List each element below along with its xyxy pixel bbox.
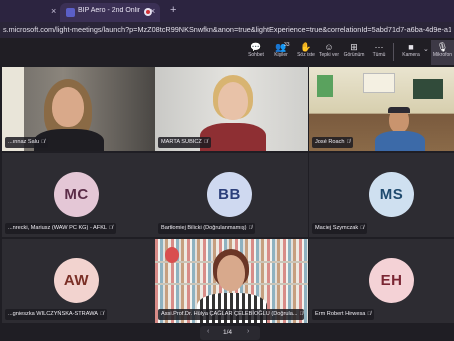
participant-name: Assi.Prof.Dr. Hülya ÇAĞLAR ÇELEBİOĞLU (D… [161,311,298,317]
participant-name: José Roach [315,139,345,145]
avatar: MS [369,172,414,217]
participant-tile[interactable]: José Roach 🎙̸ [309,67,454,151]
new-tab-button[interactable]: + [170,4,176,16]
meeting-toolbar: 💬 Sohbet 👥 33 Kişiler ✋ Söz iste ☺ Tepki… [0,38,454,65]
page-indicator: 1/4 [223,329,233,336]
address-bar[interactable]: s.microsoft.com/light-meetings/launch?p=… [0,22,454,38]
participant-name-tag: Bartłomiej Bilicki (Doğrulanmamış) 🎙̸ [158,223,256,234]
participant-name: Bartłomiej Bilicki (Doğrulanmamış) [161,225,247,231]
browser-tab-strip: × BIP Aero - 2nd Online M × + [0,0,454,22]
participant-name-tag: MARTA SUBICZ 🎙̸ [158,137,211,148]
avatar: EH [369,258,414,303]
more-button[interactable]: ⋯ Tümü [366,42,392,59]
more-icon: ⋯ [374,42,384,52]
participant-name: ...gnieszka WILCZYŃSKA-STRAWA [8,311,99,317]
avatar: MC [54,172,99,217]
emoji-icon: ☺ [324,42,334,52]
mic-off-icon: 🎙̸ [248,225,253,231]
previous-page-button[interactable]: ‹ [207,328,209,335]
participant-name: Maciej Szymczak [315,225,359,231]
participant-name-tag: ...gnieszka WILCZYŃSKA-STRAWA 🎙̸ [5,309,107,320]
mic-off-icon: 🎙̸ [360,225,364,231]
camera-label: Kamera [402,52,420,58]
camera-icon: ■ [408,42,414,52]
toolbar-divider [393,43,394,61]
participant-count: 33 [284,42,290,48]
mic-off-icon: 🎙̸ [367,311,372,317]
avatar: AW [54,258,99,303]
avatar: BB [207,172,252,217]
participant-tile[interactable]: AW ...gnieszka WILCZYŃSKA-STRAWA 🎙̸ [2,239,155,323]
participant-name-tag: ...nrecki, Mariusz (WAW PC KG) - AFKL 🎙̸ [5,223,116,234]
react-label: Tepki ver [318,52,339,58]
participant-tile[interactable]: Assi.Prof.Dr. Hülya ÇAĞLAR ÇELEBİOĞLU (D… [155,239,308,323]
mic-off-icon: 🎙̸ [203,139,208,145]
close-tab-icon[interactable]: × [150,6,155,16]
react-button[interactable]: ☺ Tepki ver [316,42,342,59]
participant-tile[interactable]: EH Erm Robert Hirwesa 🎙̸ [309,239,454,323]
participant-name-tag: ...ınnaz Salu 🎙̸ [5,137,48,148]
more-label: Tümü [372,52,386,58]
view-grid-icon: ⊞ [350,42,358,52]
close-tab-icon[interactable]: × [51,6,56,16]
mic-icon: 🎙 [436,42,449,52]
view-label: Görünüm [343,52,365,58]
chevron-down-icon[interactable]: ⌄ [423,45,429,53]
mic-off-icon: 🎙̸ [109,225,113,231]
chat-button[interactable]: 💬 Sohbet [243,42,269,59]
participant-name: ...ınnaz Salu [8,139,40,145]
camera-button[interactable]: ■ Kamera [398,42,424,59]
participant-tile[interactable]: BB Bartłomiej Bilicki (Doğrulanmamış) 🎙̸ [155,153,308,237]
mic-off-icon: 🎙̸ [41,139,45,145]
view-button[interactable]: ⊞ Görünüm [341,42,367,59]
participant-tile[interactable]: MS Maciej Szymczak 🎙̸ [309,153,454,237]
people-icon: 👥 [275,42,287,52]
participant-name-tag: Erm Robert Hirwesa 🎙̸ [312,309,375,320]
gallery-pager: ‹ 1/4 › [200,326,260,340]
mic-off-icon: 🎙̸ [100,311,104,317]
participant-name: ...nrecki, Mariusz (WAW PC KG) - AFKL [8,225,108,231]
teams-favicon-icon [66,8,75,17]
participant-name-tag: José Roach 🎙̸ [312,137,354,148]
next-page-button[interactable]: › [247,328,249,335]
browser-tab-active[interactable]: BIP Aero - 2nd Online M [60,3,160,22]
participant-name-tag: Maciej Szymczak 🎙̸ [312,223,367,234]
mic-button[interactable]: 🎙 Mikrofon [431,40,454,65]
mic-off-icon: 🎙̸ [299,311,304,317]
people-label: Kişiler [274,52,288,58]
people-button[interactable]: 👥 33 Kişiler [268,42,294,59]
chat-icon: 💬 [250,42,262,52]
mic-off-icon: 🎙̸ [346,139,351,145]
participant-name: Erm Robert Hirwesa [315,311,366,317]
mic-label: Mikrofon [432,52,453,58]
screenshot-frame: × BIP Aero - 2nd Online M × + s.microsof… [0,0,454,341]
participant-name-tag: Assi.Prof.Dr. Hülya ÇAĞLAR ÇELEBİOĞLU (D… [158,309,304,320]
participant-tile[interactable]: MARTA SUBICZ 🎙̸ [155,67,308,151]
url-text: s.microsoft.com/light-meetings/launch?p=… [3,25,451,34]
tab-title: BIP Aero - 2nd Online M [78,7,140,14]
chat-label: Sohbet [248,52,264,58]
participant-tile[interactable]: ...ınnaz Salu 🎙̸ [2,67,155,151]
participant-tile[interactable]: MC ...nrecki, Mariusz (WAW PC KG) - AFKL… [2,153,155,237]
participant-name: MARTA SUBICZ [161,139,202,145]
